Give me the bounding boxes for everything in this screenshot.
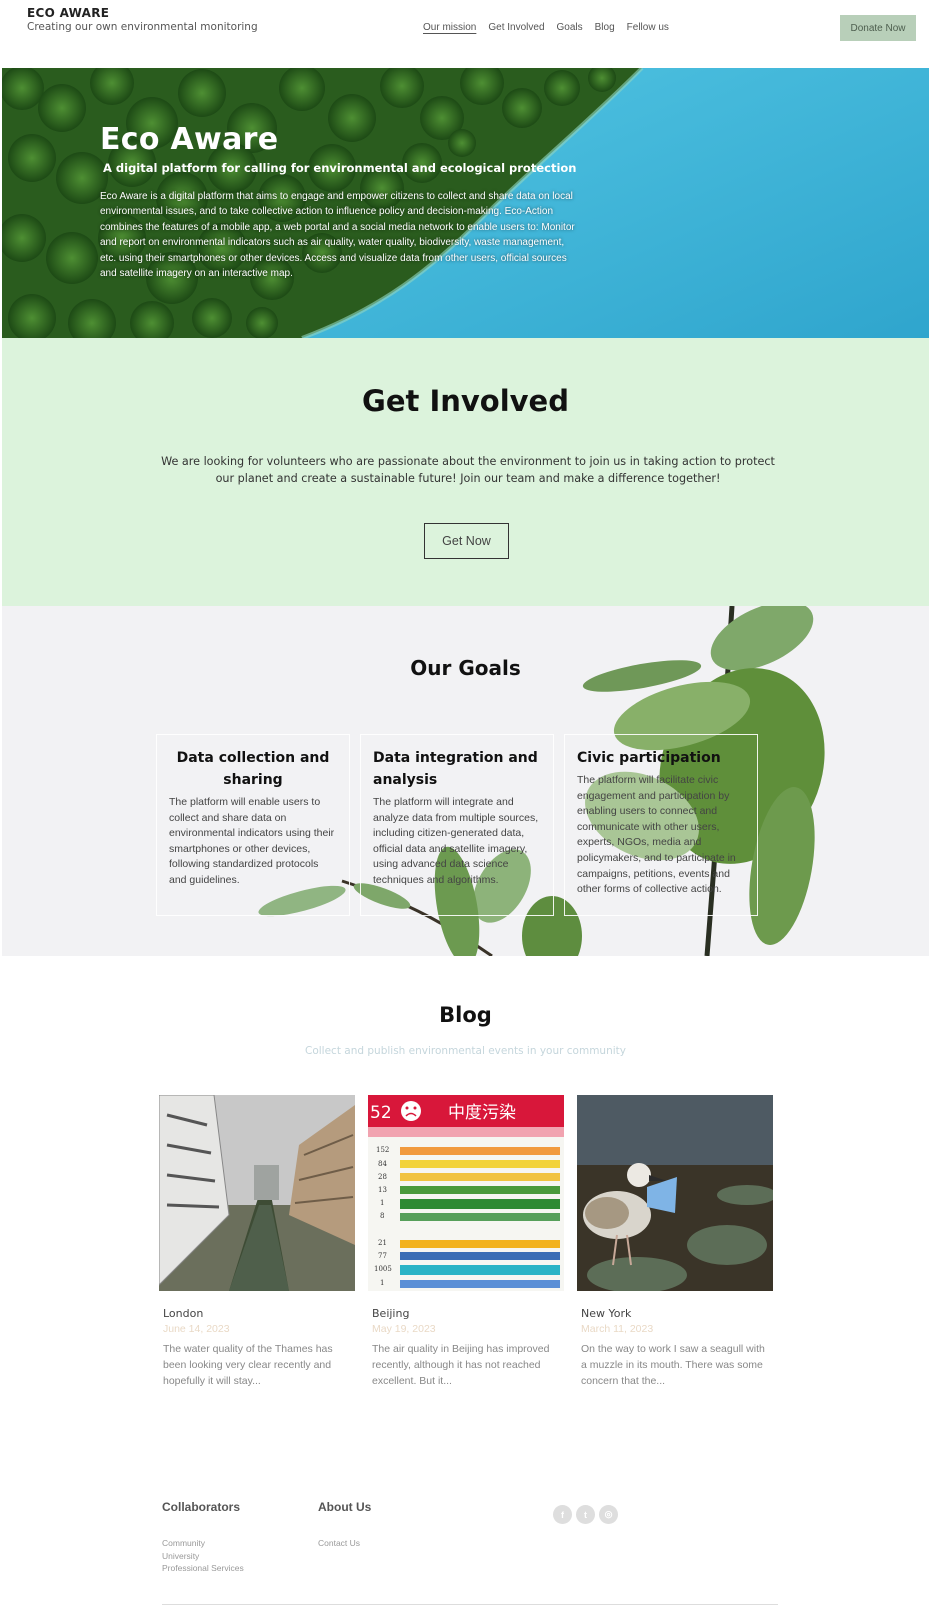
seagull-mask-photo[interactable] (577, 1095, 773, 1291)
nav-our-mission[interactable]: Our mission (423, 22, 476, 33)
post-excerpt: The air quality in Beijing has improved … (372, 1343, 550, 1387)
post-city[interactable]: Beijing (368, 1307, 564, 1320)
goal-card-data-collection: Data collection and sharing The platform… (156, 734, 350, 916)
post-city[interactable]: New York (577, 1307, 773, 1320)
footer-link-university[interactable]: University (162, 1550, 244, 1563)
instagram-icon[interactable]: ◎ (599, 1505, 618, 1524)
london-canal-photo[interactable] (159, 1095, 355, 1291)
beijing-air-quality-sign-photo[interactable]: 52 中度污染 152 84 28 13 1 8 21 77 1005 1 (368, 1095, 564, 1291)
sign-pollution-level: 中度污染 (448, 1103, 516, 1123)
post-excerpt: On the way to work I saw a seagull with … (581, 1343, 765, 1387)
svg-text:13: 13 (378, 1186, 387, 1194)
about-heading: About Us (318, 1500, 372, 1514)
site-header: ECO AWARE Creating our own environmental… (0, 0, 931, 68)
collaborators-heading: Collaborators (162, 1500, 241, 1514)
svg-text:1005: 1005 (374, 1265, 392, 1273)
footer-link-professional-services[interactable]: Professional Services (162, 1562, 244, 1575)
footer-divider (162, 1604, 778, 1605)
blog-subtitle: Collect and publish environmental events… (305, 1045, 626, 1057)
main-nav: Our mission Get Involved Goals Blog Fell… (423, 22, 669, 33)
facebook-icon[interactable]: f (553, 1505, 572, 1524)
svg-text:8: 8 (380, 1212, 384, 1220)
post-date: May 19, 2023 (372, 1323, 436, 1335)
svg-text:1: 1 (380, 1279, 384, 1287)
get-now-button[interactable]: Get Now (424, 523, 509, 559)
blog-post-london[interactable]: London June 14, 2023 The water quality o… (159, 1095, 355, 1389)
get-involved-text: We are looking for volunteers who are pa… (161, 455, 775, 485)
svg-text:152: 152 (376, 1146, 389, 1154)
sign-aqi-value: 52 (370, 1103, 392, 1123)
hero-title: Eco Aware (100, 122, 279, 157)
post-date: March 11, 2023 (581, 1323, 654, 1335)
goal-card-text: The platform will enable users to collec… (169, 796, 335, 886)
svg-text:28: 28 (378, 1173, 387, 1181)
twitter-icon[interactable]: t (576, 1505, 595, 1524)
goal-card-title: Civic participation (577, 750, 721, 766)
goals-section: Our Goals Data collection and sharing Th… (2, 606, 929, 956)
blog-title: Blog (439, 1003, 492, 1027)
nav-goals[interactable]: Goals (557, 22, 583, 33)
goal-card-civic-participation: Civic participation The platform will fa… (564, 734, 758, 916)
footer-link-community[interactable]: Community (162, 1537, 244, 1550)
footer-collaborators: Collaborators Community University Profe… (162, 1500, 244, 1575)
hero-subtitle: A digital platform for calling for envir… (103, 161, 577, 175)
hero-description: Eco Aware is a digital platform that aim… (100, 191, 575, 280)
nav-blog[interactable]: Blog (595, 22, 615, 33)
get-involved-section: Get Involved We are looking for voluntee… (2, 338, 929, 606)
post-excerpt: The water quality of the Thames has been… (163, 1343, 333, 1387)
post-city[interactable]: London (159, 1307, 355, 1320)
get-involved-title: Get Involved (362, 384, 569, 418)
svg-text:84: 84 (378, 1160, 387, 1168)
hero-section: Eco Aware A digital platform for calling… (2, 68, 929, 338)
donate-button[interactable]: Donate Now (840, 15, 916, 41)
post-date: June 14, 2023 (163, 1323, 230, 1335)
goal-card-data-integration: Data integration and analysis The platfo… (360, 734, 554, 916)
svg-text:77: 77 (378, 1252, 387, 1260)
goal-card-title: Data integration and analysis (373, 750, 538, 788)
brand[interactable]: ECO AWARE Creating our own environmental… (27, 6, 258, 33)
footer-link-contact-us[interactable]: Contact Us (318, 1537, 371, 1550)
brand-title[interactable]: ECO AWARE (27, 6, 258, 20)
nav-fellow-us[interactable]: Fellow us (627, 22, 669, 33)
footer-about: About Us Contact Us (318, 1500, 371, 1550)
brand-subtitle: Creating our own environmental monitorin… (27, 21, 258, 33)
social-links: f t ◎ (553, 1505, 618, 1524)
blog-post-new-york[interactable]: New York March 11, 2023 On the way to wo… (577, 1095, 773, 1389)
svg-text:21: 21 (378, 1239, 387, 1247)
goal-card-title: Data collection and sharing (176, 750, 330, 788)
blog-post-beijing[interactable]: 52 中度污染 152 84 28 13 1 8 21 77 1005 1 Be… (368, 1095, 564, 1389)
goal-card-text: The platform will facilitate civic engag… (577, 774, 736, 896)
goal-card-text: The platform will integrate and analyze … (373, 796, 539, 886)
goals-title: Our Goals (410, 656, 521, 680)
svg-text:1: 1 (380, 1199, 384, 1207)
nav-get-involved[interactable]: Get Involved (488, 22, 544, 33)
site-footer: Collaborators Community University Profe… (0, 1490, 931, 1606)
